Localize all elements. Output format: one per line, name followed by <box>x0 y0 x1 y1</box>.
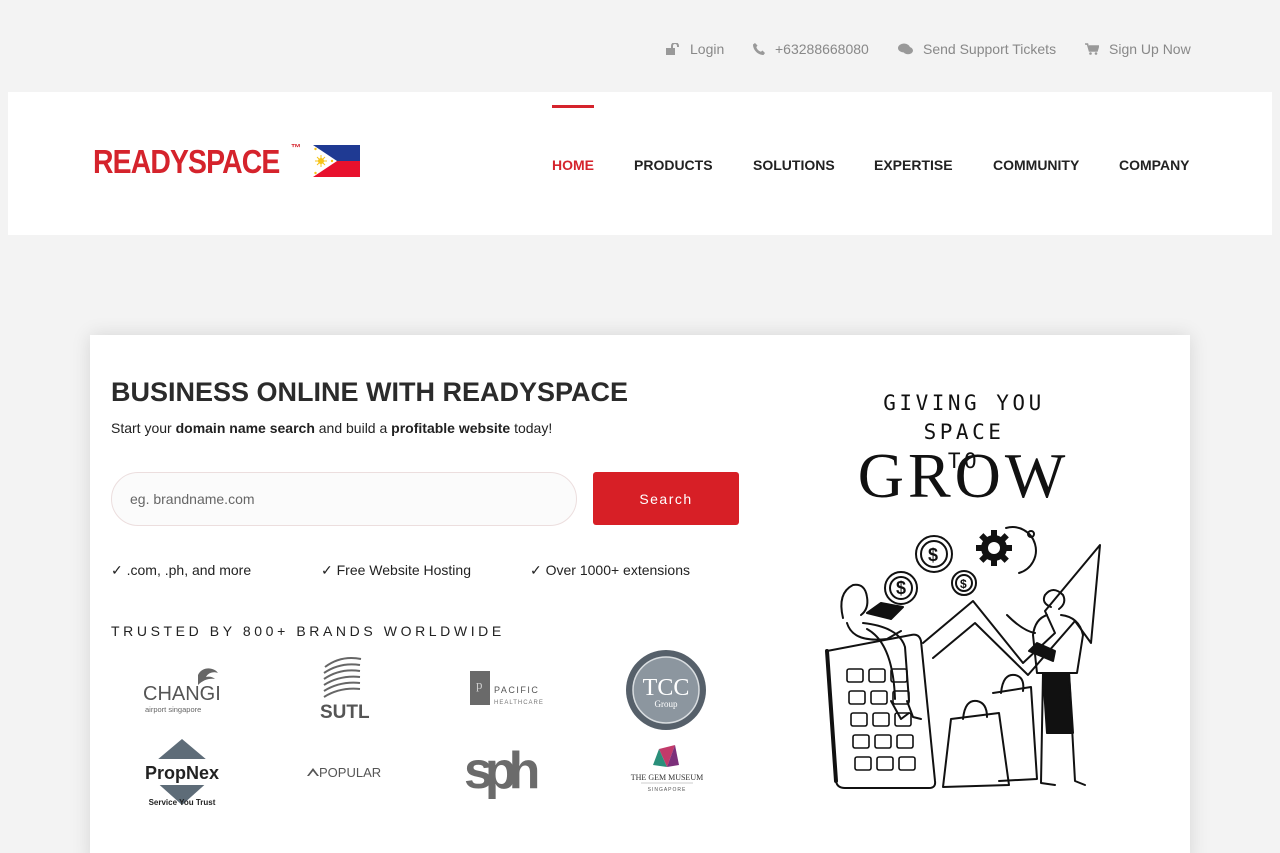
svg-text:$: $ <box>928 545 938 565</box>
tcc-group-logo: TCC Group <box>625 649 707 731</box>
tagline: Start your domain name search and build … <box>111 420 552 436</box>
feature-count: ✓ Over 1000+ extensions <box>530 562 690 578</box>
tagline-bold-domain: domain name search <box>175 420 315 436</box>
changi-wordmark: CHANGI <box>143 683 221 705</box>
login-link[interactable]: Login <box>666 41 724 57</box>
login-label: Login <box>690 41 725 57</box>
gem-museum-logo: THE GEM MUSEUM SINGAPORE <box>627 741 707 803</box>
nav-community[interactable]: COMMUNITY <box>993 157 1079 173</box>
support-tickets-link[interactable]: Send Support Tickets <box>898 41 1056 57</box>
feature-extensions: ✓ .com, .ph, and more <box>111 562 252 578</box>
signup-link[interactable]: Sign Up Now <box>1085 41 1191 57</box>
pacific-healthcare-logo: p PACIFIC HEALTHCARE <box>466 667 546 711</box>
sutl-logo: SUTL <box>303 653 383 723</box>
domain-search-input[interactable] <box>111 472 577 526</box>
pacific-wordmark: PACIFIC <box>494 685 539 695</box>
top-utility-bar: Login +63288668080 Send Support Tickets … <box>0 0 1280 92</box>
pacific-subtitle: HEALTHCARE <box>494 700 544 706</box>
tagline-text: today! <box>510 420 553 436</box>
sph-wordmark: sph <box>464 742 538 800</box>
tagline-text: Start your <box>111 420 176 436</box>
nav-products[interactable]: PRODUCTS <box>634 157 713 173</box>
nav-solutions[interactable]: SOLUTIONS <box>753 157 835 173</box>
phone-link[interactable]: +63288668080 <box>753 41 869 57</box>
promo-grow-word: GROW <box>857 440 1070 511</box>
sutl-wordmark: SUTL <box>320 702 370 723</box>
gem-subtitle: SINGAPORE <box>648 787 687 793</box>
search-button[interactable]: Search <box>593 472 739 525</box>
tcc-wordmark: TCC <box>643 675 690 701</box>
trusted-heading: TRUSTED BY 800+ BRANDS WORLDWIDE <box>111 623 505 639</box>
propnex-logo: PropNex Service You Trust <box>142 737 222 811</box>
page-title: BUSINESS ONLINE WITH READYSPACE <box>111 377 629 407</box>
tagline-bold-website: profitable website <box>391 420 511 436</box>
propnex-subtitle: Service You Trust <box>149 798 216 807</box>
feature-hosting: ✓ Free Website Hosting <box>321 562 471 578</box>
main-nav: HOME PRODUCTS SOLUTIONS EXPERTISE COMMUN… <box>8 92 1272 235</box>
nav-expertise[interactable]: EXPERTISE <box>874 157 953 173</box>
phone-label: +63288668080 <box>775 41 869 57</box>
signup-label: Sign Up Now <box>1109 41 1191 57</box>
changi-subtitle: airport singapore <box>145 705 201 714</box>
promo-line-1: GIVING YOU SPACE <box>883 391 1045 444</box>
tagline-text: and build a <box>314 420 392 436</box>
nav-home[interactable]: HOME <box>552 157 594 173</box>
svg-text:p: p <box>476 677 483 692</box>
sph-logo: sph <box>462 740 550 804</box>
phone-icon <box>753 43 765 55</box>
growth-illustration: $ $ $ <box>825 526 1101 789</box>
lock-icon <box>666 43 680 55</box>
popular-wordmark: POPULAR <box>319 765 381 780</box>
hero-card: BUSINESS ONLINE WITH READYSPACE Start yo… <box>90 335 1190 853</box>
popular-logo: POPULAR <box>303 761 383 783</box>
changi-logo: CHANGI airport singapore <box>132 657 232 721</box>
active-nav-indicator <box>552 105 594 108</box>
cart-icon <box>1085 43 1099 55</box>
chat-icon <box>898 43 913 55</box>
svg-text:$: $ <box>960 577 967 591</box>
tcc-subtitle: Group <box>655 699 678 709</box>
site-header: READYSPACE ™ HOME PRODUCTS SOLUTIONS EXP… <box>8 92 1272 235</box>
nav-company[interactable]: COMPANY <box>1119 157 1190 173</box>
svg-text:$: $ <box>896 578 906 598</box>
gem-wordmark: THE GEM MUSEUM <box>631 773 703 782</box>
support-label: Send Support Tickets <box>923 41 1057 57</box>
propnex-wordmark: PropNex <box>145 763 219 783</box>
